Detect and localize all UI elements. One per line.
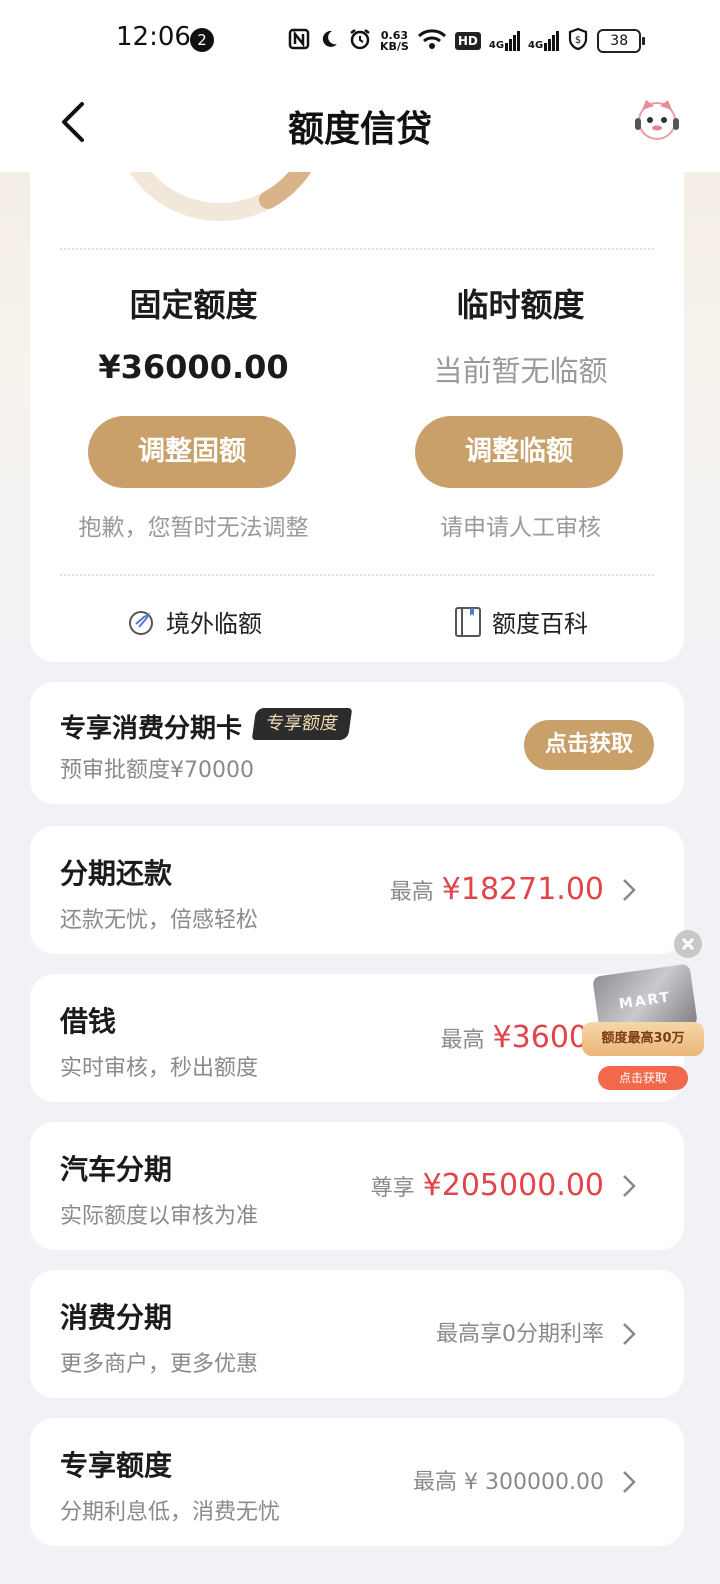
customer-service-mascot-icon[interactable] (632, 94, 682, 144)
product-title: 借钱 (60, 1005, 117, 1038)
product-title: 专享额度 (60, 1449, 173, 1482)
temp-quota-note: 请申请人工审核 (440, 515, 601, 541)
nfc-icon (288, 28, 310, 54)
product-limit-prefix: 最高享0分期利率 (436, 1322, 604, 1347)
quota-ring-chart (129, 172, 312, 221)
fixed-quota-amount: ¥36000.00 (98, 348, 289, 386)
quota-card: 固定额度 ¥36000.00 调整固额 抱歉，您暂时无法调整 临时额度 当前暂无… (30, 172, 684, 662)
adjust-fixed-quota-button[interactable]: 调整固额 (88, 416, 296, 488)
nav-bar: 额度信贷 (0, 80, 720, 172)
product-limit-prefix: 最高 (440, 1028, 485, 1053)
product-limit-amount: ¥205000.00 (422, 1168, 604, 1203)
notification-count-badge: 2 (190, 28, 214, 52)
plane-globe-icon (129, 610, 153, 635)
promo-get-button[interactable]: 点击获取 (598, 1066, 688, 1090)
status-time: 12:06 (116, 22, 191, 52)
close-icon (681, 937, 695, 951)
product-row[interactable]: 专享额度 分期利息低，消费无忧 最高 ¥ 300000.00 (30, 1418, 684, 1546)
chevron-right-icon (623, 1175, 636, 1197)
security-shield-icon: $ (567, 27, 589, 55)
network-speed: 0.63 KB/S (380, 30, 409, 52)
product-limit-prefix: 尊享 (370, 1176, 415, 1201)
battery-indicator: 38 (597, 29, 646, 53)
status-icons: 0.63 KB/S HD 4G 4G $ 38 (288, 26, 646, 56)
signal-icon-2: 4G (528, 31, 560, 51)
product-row[interactable]: 消费分期 更多商户，更多优惠 最高享0分期利率 (30, 1270, 684, 1398)
exclusive-card-title: 专享消费分期卡 (60, 714, 243, 744)
product-limit-amount: ¥18271.00 (441, 872, 604, 907)
floating-promo[interactable]: MART 额度最高30万 点击获取 (576, 930, 720, 1100)
product-subtitle: 还款无忧，倍感轻松 (60, 908, 259, 933)
exclusive-installment-card[interactable]: 专享消费分期卡 专享额度 预审批额度¥70000 点击获取 (30, 682, 684, 804)
wifi-icon (417, 28, 447, 54)
product-limit: 尊享 ¥205000.00 (371, 1168, 604, 1203)
overseas-temp-quota-link[interactable]: 境外临额 (126, 604, 262, 639)
overseas-temp-quota-label: 境外临额 (166, 610, 262, 638)
product-title: 分期还款 (60, 857, 173, 890)
chevron-right-icon (623, 1471, 636, 1493)
quota-wiki-link[interactable]: 额度百科 (454, 604, 588, 639)
product-subtitle: 分期利息低，消费无忧 (60, 1500, 281, 1525)
get-card-button[interactable]: 点击获取 (524, 720, 654, 770)
hd-icon: HD (454, 32, 481, 50)
page-title: 额度信贷 (287, 109, 432, 150)
product-limit: 最高享0分期利率 (436, 1316, 604, 1348)
divider (60, 574, 654, 576)
product-subtitle: 更多商户，更多优惠 (60, 1352, 259, 1377)
chevron-right-icon (623, 879, 636, 901)
product-limit-amount: ¥3600 (492, 1020, 588, 1055)
svg-text:$: $ (575, 35, 581, 46)
chevron-right-icon (623, 1323, 636, 1345)
product-row[interactable]: 汽车分期 实际额度以审核为准 尊享 ¥205000.00 (30, 1122, 684, 1250)
product-limit: 最高 ¥ 300000.00 (413, 1464, 604, 1496)
network-speed-unit: KB/S (380, 40, 409, 53)
product-title: 汽车分期 (60, 1153, 173, 1186)
fixed-quota-title: 固定额度 (129, 286, 258, 324)
promo-ribbon: 额度最高30万 (582, 1022, 704, 1056)
close-promo-button[interactable] (674, 930, 702, 958)
quota-wiki-label: 额度百科 (492, 610, 588, 638)
moon-icon (318, 28, 340, 54)
alarm-icon (348, 27, 372, 55)
product-subtitle: 实际额度以审核为准 (60, 1204, 259, 1229)
product-title: 消费分期 (60, 1301, 173, 1334)
product-limit: 最高 ¥3600 (441, 1020, 588, 1055)
fixed-quota-note: 抱歉，您暂时无法调整 (78, 515, 309, 541)
divider (60, 248, 654, 250)
product-limit-prefix: 最高 (389, 880, 434, 905)
temp-quota-title: 临时额度 (456, 286, 585, 324)
product-limit: 最高 ¥18271.00 (390, 872, 604, 907)
adjust-temp-quota-button[interactable]: 调整临额 (415, 416, 623, 488)
product-limit-prefix: 最高 ¥ 300000.00 (413, 1470, 604, 1495)
book-icon (455, 606, 481, 637)
temp-quota-amount: 当前暂无临额 (433, 354, 608, 388)
signal-icon-1: 4G (489, 31, 521, 51)
exclusive-quota-badge: 专享额度 (251, 708, 353, 740)
status-bar: 12:06 2 0.63 KB/S HD 4G 4G $ 38 (0, 0, 720, 80)
product-subtitle: 实时审核，秒出额度 (60, 1056, 259, 1081)
exclusive-card-subtitle: 预审批额度¥70000 (60, 758, 254, 783)
